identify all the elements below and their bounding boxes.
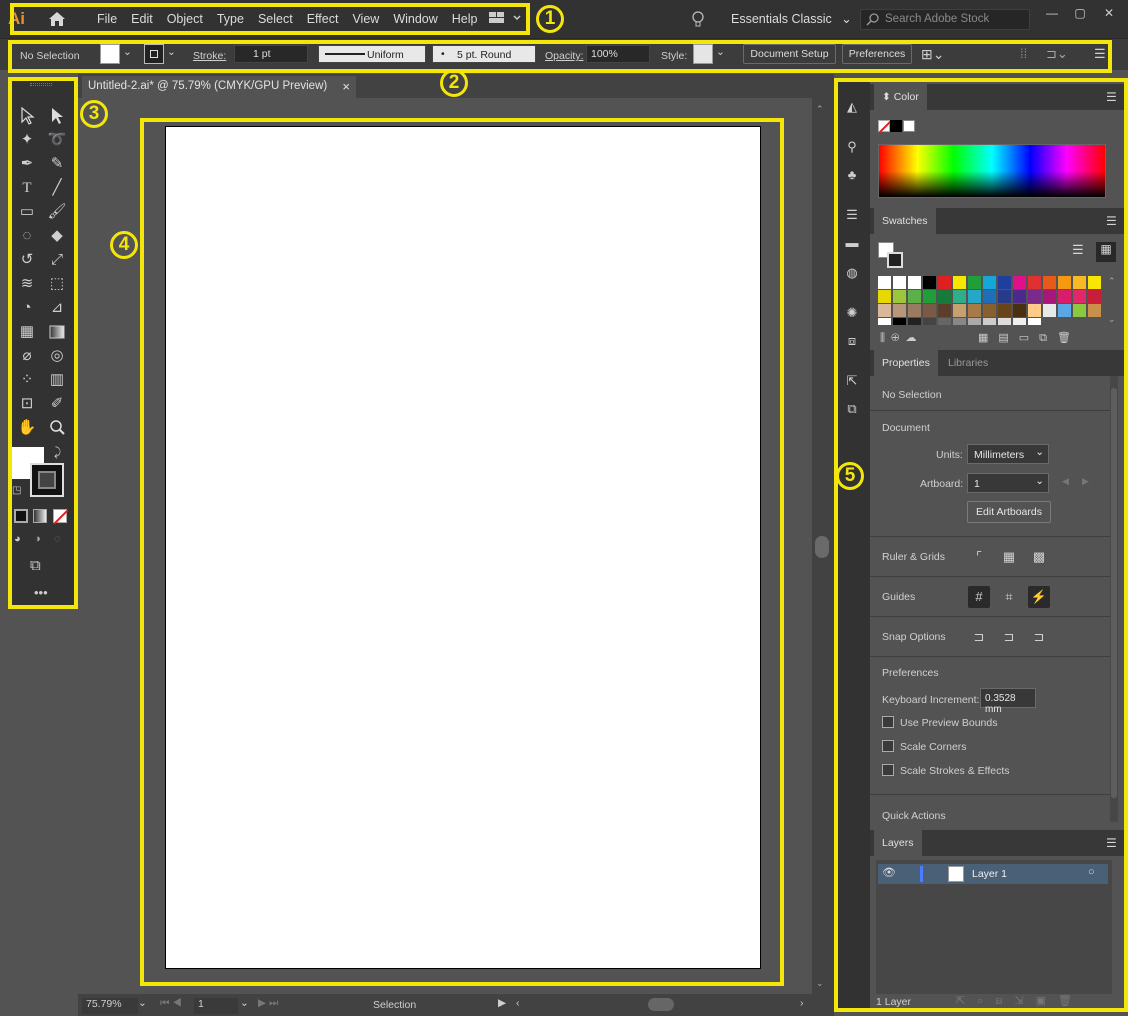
scroll-up-icon[interactable]: ⌃: [816, 104, 824, 115]
lightbulb-icon[interactable]: [690, 10, 706, 28]
annotation-2: 2: [440, 69, 468, 97]
highlight-box-1: [10, 3, 530, 35]
search-icon: [866, 12, 880, 26]
zoom-value: 75.79%: [86, 998, 122, 1010]
highlight-box-2: [8, 40, 1112, 73]
chevron-down-icon: ⌄: [841, 12, 852, 26]
current-tool-status: Selection: [373, 999, 417, 1011]
scroll-thumb[interactable]: [815, 536, 829, 558]
status-bar: 75.79% ⌄ ⏮ ◀ 1 ⌄ ▶ ⏭ Selection ▶ ‹ ›: [78, 994, 834, 1016]
close-tab-icon[interactable]: ×: [342, 79, 350, 94]
first-artboard-icon[interactable]: ⏮ ◀: [160, 997, 182, 1010]
chevron-down-icon[interactable]: ⌄: [240, 997, 249, 1009]
annotation-5: 5: [836, 462, 864, 490]
minimize-button[interactable]: —: [1041, 6, 1063, 22]
horizontal-scroll-thumb[interactable]: [648, 998, 674, 1011]
scroll-down-icon[interactable]: ⌄: [816, 978, 824, 989]
workspace-switcher[interactable]: Essentials Classic ⌄: [731, 11, 852, 26]
highlight-box-5: [834, 78, 1128, 1012]
scroll-right-icon[interactable]: ›: [800, 997, 804, 1009]
search-stock-input[interactable]: Search Adobe Stock: [860, 9, 1030, 30]
highlight-box-3: [8, 77, 78, 609]
maximize-button[interactable]: ▢: [1069, 6, 1091, 22]
zoom-field[interactable]: 75.79%: [82, 998, 138, 1014]
last-artboard-icon[interactable]: ▶ ⏭: [258, 997, 278, 1010]
artboard-number: 1: [198, 998, 204, 1010]
highlight-box-4: [140, 118, 784, 986]
status-menu-icon[interactable]: ▶: [498, 997, 506, 1009]
annotation-3: 3: [80, 100, 108, 128]
close-window-button[interactable]: ✕: [1098, 6, 1120, 22]
artboard-navigator[interactable]: 1: [194, 998, 238, 1014]
scroll-left-icon[interactable]: ‹: [516, 997, 520, 1009]
chevron-down-icon[interactable]: ⌄: [138, 997, 147, 1009]
annotation-4: 4: [110, 231, 138, 259]
annotation-1: 1: [536, 5, 564, 33]
document-tab[interactable]: Untitled-2.ai* @ 75.79% (CMYK/GPU Previe…: [82, 76, 356, 98]
workspace-label: Essentials Classic: [731, 12, 832, 26]
document-title: Untitled-2.ai* @ 75.79% (CMYK/GPU Previe…: [88, 80, 328, 92]
vertical-scrollbar[interactable]: ⌃ ⌄: [812, 98, 834, 994]
